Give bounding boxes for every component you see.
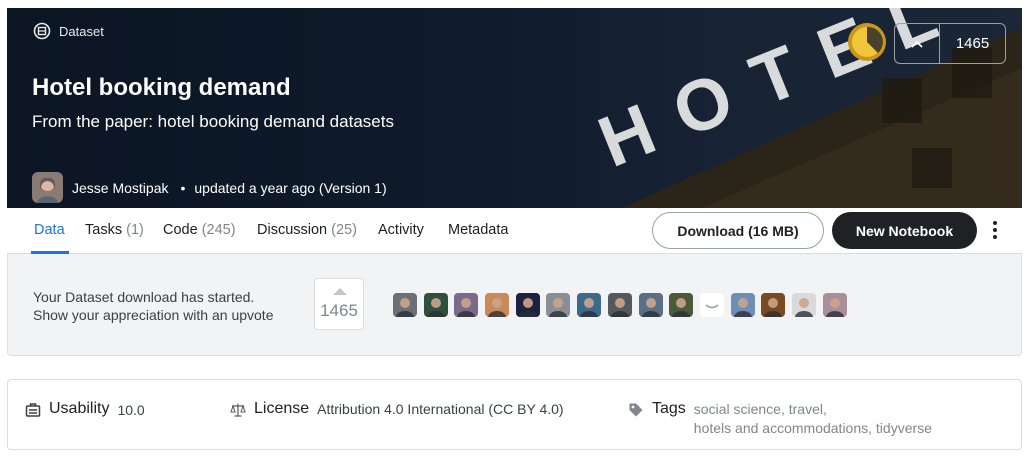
tab-metadata[interactable]: Metadata	[448, 222, 508, 238]
tab-count: (245)	[201, 222, 236, 238]
voter-avatar[interactable]	[822, 293, 847, 317]
gold-medal-icon[interactable]	[847, 22, 887, 62]
scale-icon	[230, 403, 246, 417]
voter-avatar[interactable]	[423, 293, 448, 317]
voter-avatar[interactable]	[791, 293, 816, 317]
tab-discussion[interactable]: Discussion (25)	[257, 222, 357, 238]
usability-value: 10.0	[117, 402, 145, 418]
voter-avatar-list	[393, 293, 847, 317]
tab-label: Data	[34, 222, 65, 238]
voter-avatar[interactable]	[515, 293, 540, 317]
tab-count: (1)	[126, 222, 144, 238]
tab-activity[interactable]: Activity	[378, 222, 424, 238]
usability-item: Usability 10.0	[25, 400, 145, 418]
tab-code[interactable]: Code (245)	[163, 222, 236, 238]
tag-icon	[629, 403, 643, 417]
separator-dot: •	[180, 179, 186, 196]
tag-link[interactable]: social science	[694, 401, 781, 417]
download-button[interactable]: Download (16 MB)	[652, 212, 824, 249]
tags-label: Tags	[652, 400, 686, 417]
upvote-card-button[interactable]: 1465	[314, 278, 364, 330]
upvote-arrow-icon	[333, 288, 347, 295]
voter-avatar[interactable]	[730, 293, 755, 317]
license-item: License Attribution 4.0 International (C…	[230, 400, 564, 418]
license-value[interactable]: Attribution 4.0 International (CC BY 4.0…	[317, 401, 563, 417]
chevron-up-icon	[911, 40, 923, 48]
tab-label: Activity	[378, 222, 424, 238]
dataset-type-label: Dataset	[33, 22, 104, 40]
tag-link[interactable]: hotels and accommodations	[694, 420, 868, 436]
dataset-icon	[33, 22, 51, 40]
new-notebook-button[interactable]: New Notebook	[832, 212, 977, 249]
author-avatar[interactable]	[32, 172, 63, 203]
tab-label: Code	[163, 222, 198, 238]
usability-icon	[25, 403, 41, 417]
tags-item: Tags social science, travel, hotels and …	[628, 400, 984, 438]
tab-tasks[interactable]: Tasks (1)	[85, 222, 144, 238]
notice-line-2: Show your appreciation with an upvote	[33, 307, 274, 323]
license-label: License	[254, 400, 310, 417]
usability-label: Usability	[49, 400, 110, 417]
dataset-tabs: Data Tasks (1) Code (245) Discussion (25…	[7, 208, 1022, 254]
tag-link[interactable]: travel	[789, 401, 823, 417]
voter-avatar[interactable]	[393, 293, 417, 317]
upvote-button[interactable]	[895, 24, 940, 63]
voter-avatar[interactable]	[638, 293, 663, 317]
dataset-header-banner: HOTEL Dataset Hotel booking demand From …	[7, 8, 1022, 208]
download-notice-text: Your Dataset download has started. Show …	[33, 288, 273, 324]
voter-avatar[interactable]	[699, 293, 724, 317]
tab-count: (25)	[331, 222, 357, 238]
voter-avatar[interactable]	[669, 293, 694, 317]
voter-avatar[interactable]	[485, 293, 510, 317]
updated-text: updated a year ago (Version 1)	[194, 179, 387, 196]
download-notice-panel: Your Dataset download has started. Show …	[7, 254, 1022, 356]
more-options-icon[interactable]	[987, 219, 1003, 241]
page-title: Hotel booking demand	[32, 74, 291, 101]
voter-avatar[interactable]	[577, 293, 602, 317]
tags-list: social science, travel, hotels and accom…	[693, 401, 932, 436]
voter-avatar[interactable]	[546, 293, 571, 317]
voter-avatar[interactable]	[607, 293, 632, 317]
tag-link[interactable]: tidyverse	[876, 420, 932, 436]
dataset-metadata-strip: Usability 10.0 License Attribution 4.0 I…	[7, 379, 1022, 450]
page-subtitle: From the paper: hotel booking demand dat…	[32, 112, 394, 131]
author-name[interactable]: Jesse Mostipak	[72, 180, 168, 196]
tab-data[interactable]: Data	[34, 222, 65, 238]
tab-label: Tasks	[85, 222, 123, 238]
voter-avatar[interactable]	[454, 293, 479, 317]
tab-label: Discussion	[257, 222, 328, 238]
voter-avatar[interactable]	[761, 293, 786, 317]
upvote-count: 1465	[955, 35, 990, 52]
notice-line-1: Your Dataset download has started.	[33, 289, 255, 305]
author-row: Jesse Mostipak • updated a year ago (Ver…	[32, 172, 387, 203]
dataset-type-text: Dataset	[59, 23, 104, 39]
upvote-card-count: 1465	[320, 301, 358, 320]
upvote-widget: 1465	[894, 23, 1006, 64]
tab-label: Metadata	[448, 222, 509, 238]
